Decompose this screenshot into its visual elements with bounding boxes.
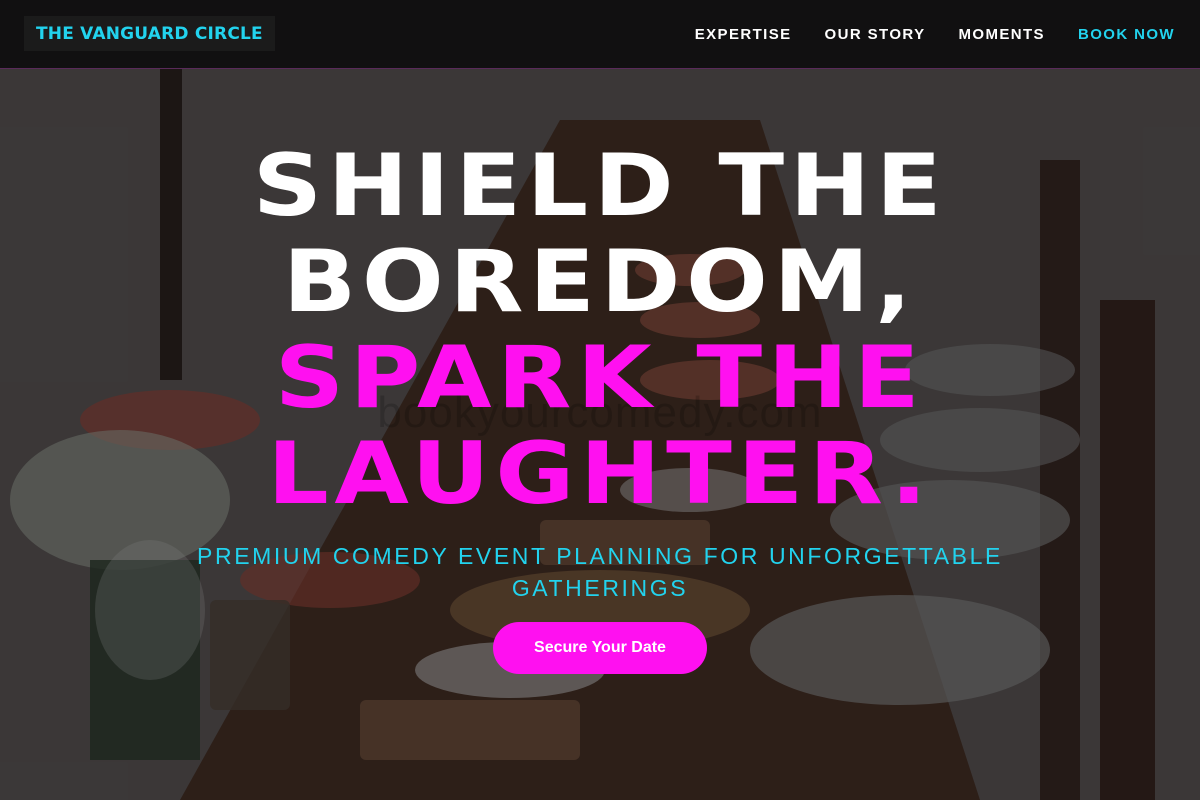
landing-page: THE VANGUARD CIRCLE EXPERTISE OUR STORY … bbox=[0, 0, 1200, 800]
secure-your-date-button[interactable]: Secure Your Date bbox=[493, 622, 707, 674]
hero-section: bookyourcomedy.com SHIELD THE BOREDOM, S… bbox=[0, 68, 1200, 800]
site-logo[interactable]: THE VANGUARD CIRCLE bbox=[24, 16, 275, 51]
main-nav: EXPERTISE OUR STORY MOMENTS BOOK NOW bbox=[695, 0, 1175, 68]
nav-link-expertise[interactable]: EXPERTISE bbox=[695, 26, 792, 43]
top-navbar: THE VANGUARD CIRCLE EXPERTISE OUR STORY … bbox=[0, 0, 1200, 69]
nav-link-moments[interactable]: MOMENTS bbox=[959, 26, 1045, 43]
headline-line-4: LAUGHTER. bbox=[267, 424, 933, 524]
nav-link-our-story[interactable]: OUR STORY bbox=[825, 26, 926, 43]
hero-subtitle: PREMIUM COMEDY EVENT PLANNING FOR UNFORG… bbox=[197, 543, 1003, 601]
hero-headline: SHIELD THE BOREDOM, SPARK THE LAUGHTER. bbox=[0, 138, 1200, 522]
headline-line-3: SPARK THE bbox=[274, 328, 926, 428]
nav-link-book-now[interactable]: BOOK NOW bbox=[1078, 26, 1175, 43]
headline-line-1: SHIELD THE bbox=[252, 136, 948, 236]
headline-line-2: BOREDOM, bbox=[282, 232, 918, 332]
